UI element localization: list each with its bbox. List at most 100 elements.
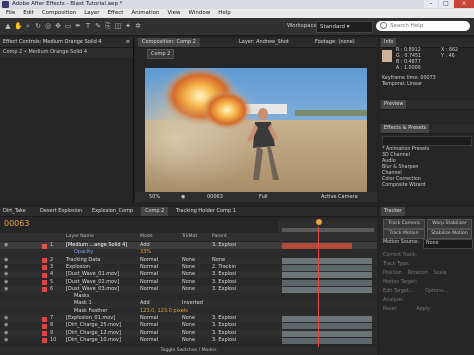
layer-name[interactable]: Mask Feather	[74, 308, 107, 315]
layer-mode[interactable]: Normal	[140, 322, 158, 329]
layer-duration-bar[interactable]	[282, 243, 352, 249]
label-color-icon[interactable]	[42, 316, 47, 322]
comp-breadcrumb-button[interactable]: Comp 2	[147, 49, 175, 59]
edit-target-button[interactable]: Edit Target...	[383, 287, 413, 296]
layer-name[interactable]: [Dirt_Charge_12.mov]	[66, 330, 121, 337]
warp-stabilizer-button[interactable]: Warp Stabilizer	[427, 219, 472, 229]
visibility-eye-icon[interactable]: ◉	[4, 315, 8, 322]
layer-row[interactable]: ◉ 3 Explosion Normal None 2. Trackin	[0, 263, 377, 272]
layer-mode[interactable]: Normal	[140, 330, 158, 337]
mask-tool-icon[interactable]: ▭	[64, 22, 72, 30]
tab-info[interactable]: Info	[381, 38, 397, 47]
eraser-tool-icon[interactable]: ◫	[114, 22, 122, 30]
current-time-indicator-icon[interactable]	[316, 219, 322, 225]
layer-trkmat[interactable]: None	[182, 257, 195, 264]
resolution-dropdown[interactable]: Full	[259, 192, 268, 202]
time-ruler[interactable]	[278, 219, 377, 233]
layer-duration-bar[interactable]	[282, 323, 372, 330]
brush-tool-icon[interactable]: ✎	[94, 22, 102, 30]
track-camera-button[interactable]: Track Camera	[383, 219, 425, 229]
menu-layer[interactable]: Layer	[80, 9, 103, 18]
layer-name[interactable]: [Explosion_01.mov]	[66, 315, 115, 322]
tab-footage[interactable]: Footage: (none)	[315, 38, 355, 47]
layer-row[interactable]: ◉ 2 Tracking Data Normal None None	[0, 256, 377, 264]
text-tool-icon[interactable]: T	[84, 22, 92, 30]
layer-parent[interactable]: 3. Explosi	[212, 279, 236, 286]
tab-preview[interactable]: Preview	[381, 100, 407, 109]
menu-effect[interactable]: Effect	[104, 9, 128, 18]
puppet-tool-icon[interactable]: ✲	[134, 22, 142, 30]
layer-mode[interactable]: Normal	[140, 315, 158, 322]
menu-animation[interactable]: Animation	[127, 9, 163, 18]
menu-edit[interactable]: Edit	[19, 9, 38, 18]
layer-duration-bar[interactable]	[282, 330, 372, 337]
panel-menu-icon[interactable]: ≡	[126, 38, 130, 47]
toggle-switches-modes[interactable]: Toggle Switches / Modes	[0, 347, 377, 355]
layer-parent[interactable]: 3. Explosi	[212, 330, 236, 337]
close-button[interactable]: ×	[454, 0, 474, 8]
layer-name[interactable]: [Dust_Wave_02.mov]	[66, 279, 119, 286]
effect-controls-tab[interactable]: Effect Controls: Medium Orange Solid 4	[3, 38, 102, 47]
layer-row[interactable]: ◉ 9 [Dirt_Charge_12.mov] Normal None 3. Explo…	[0, 329, 377, 337]
layer-trkmat[interactable]: None	[182, 337, 195, 344]
camera-tool-icon[interactable]: ◎	[44, 22, 52, 30]
visibility-eye-icon[interactable]: ◉	[4, 337, 8, 344]
timeline-tab[interactable]: Desert Explosion	[40, 207, 82, 216]
layer-parent[interactable]: 3. Explosi	[212, 337, 236, 344]
layer-name[interactable]: [Dirt_Charge_10.mov]	[66, 337, 121, 344]
track-motion-button[interactable]: Track Motion	[383, 229, 425, 239]
rotation-checkbox[interactable]: Rotation	[408, 269, 428, 278]
options-button[interactable]: Options...	[425, 287, 448, 296]
menu-composition[interactable]: Composition	[38, 9, 80, 18]
menu-view[interactable]: View	[163, 9, 184, 18]
layer-mode[interactable]: Normal	[140, 264, 158, 271]
layer-duration-bar[interactable]	[282, 272, 372, 279]
label-color-icon[interactable]	[42, 323, 47, 329]
property-row[interactable]: Mask 1 Add Inverted	[0, 300, 377, 308]
layer-trkmat[interactable]: None	[182, 315, 195, 322]
menu-help[interactable]: Help	[214, 9, 235, 18]
tab-tracker[interactable]: Tracker	[381, 207, 406, 216]
label-color-icon[interactable]	[42, 272, 47, 278]
layer-row[interactable]: ◉ 6 [Dust_Wave_03.mov] Normal None 3. Explosi	[0, 285, 377, 294]
layer-name[interactable]: Tracking Data	[66, 257, 100, 264]
layer-trkmat[interactable]: None	[182, 322, 195, 329]
layer-trkmat[interactable]: Inverted	[182, 300, 203, 307]
layer-row[interactable]: ◉ 10 [Dirt_Charge_10.mov] Normal None 3. Expl…	[0, 336, 377, 345]
zoom-tool-icon[interactable]: ⌕	[24, 22, 32, 30]
timeline-timecode[interactable]: 00063	[4, 219, 29, 228]
timeline-tab[interactable]: Explosion_Comp	[92, 207, 133, 216]
layer-duration-bar[interactable]	[282, 257, 372, 264]
layer-trkmat[interactable]: None	[182, 330, 195, 337]
layer-trkmat[interactable]: None	[182, 286, 195, 293]
visibility-eye-icon[interactable]: ◉	[4, 264, 8, 271]
timeline-tab-active[interactable]: Comp 2	[141, 207, 169, 216]
layer-mode[interactable]: Add	[140, 242, 150, 249]
layer-name[interactable]: Mask 1	[74, 300, 92, 307]
zoom-dropdown[interactable]: 50%	[149, 192, 160, 202]
layer-row[interactable]: ◉ 5 [Dust_Wave_02.mov] Normal None 3. Explosi	[0, 278, 377, 286]
layer-trkmat[interactable]: None	[182, 279, 195, 286]
visibility-eye-icon[interactable]: ◉	[4, 286, 8, 293]
rotate-tool-icon[interactable]: ↻	[34, 22, 42, 30]
layer-duration-bar[interactable]	[282, 337, 372, 344]
label-color-icon[interactable]	[42, 331, 47, 337]
maximize-button[interactable]: □	[439, 0, 453, 8]
visibility-eye-icon[interactable]: ◉	[4, 322, 8, 329]
position-checkbox[interactable]: Position	[383, 269, 402, 278]
menu-window[interactable]: Window	[185, 9, 215, 18]
tab-layer[interactable]: Layer: Andrew_Shot	[239, 38, 289, 47]
property-row[interactable]: Mask Feather 123.0, 123.0 pixels	[0, 307, 377, 315]
layer-duration-bar[interactable]	[282, 264, 372, 271]
label-color-icon[interactable]	[42, 243, 47, 249]
layer-duration-bar[interactable]	[282, 316, 372, 322]
timeline-tab[interactable]: Dirt_Take	[3, 207, 26, 216]
layer-row[interactable]: ◉ 8 [Dirt_Charge_25.mov] Normal None 3. Explo…	[0, 322, 377, 330]
layer-name[interactable]: [Medium ...ange Solid 4]	[66, 242, 127, 249]
camera-dropdown[interactable]: Active Camera	[321, 192, 358, 202]
layer-duration-bar[interactable]	[282, 279, 372, 286]
layer-mode[interactable]: Normal	[140, 286, 158, 293]
motion-source-select[interactable]: None	[423, 239, 473, 249]
layer-parent[interactable]: 3. Explosi	[212, 286, 236, 293]
stabilize-motion-button[interactable]: Stabilize Motion	[427, 229, 472, 239]
